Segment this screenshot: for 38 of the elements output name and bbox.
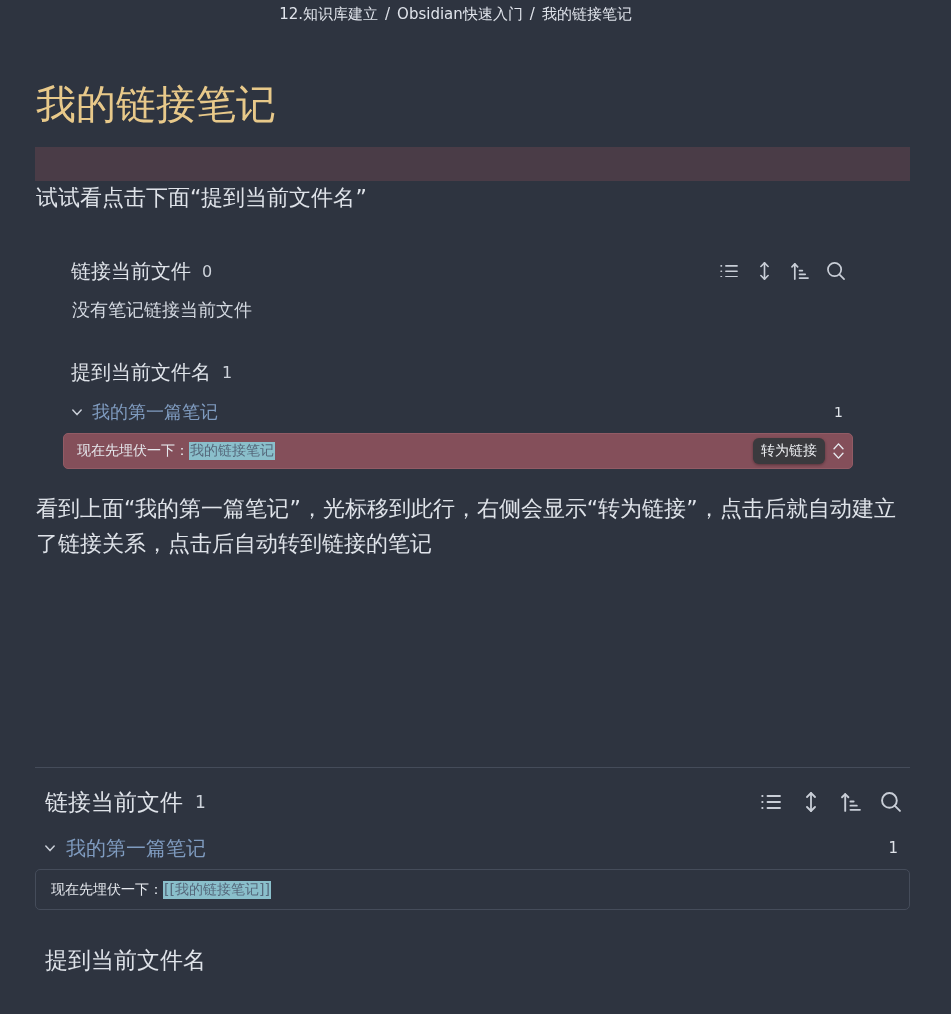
match-count: 1 — [834, 404, 843, 420]
empty-message: 没有笔记链接当前文件 — [71, 298, 253, 322]
note-paragraph: 看到上面“我的第一篇笔记”，光标移到此行，右侧会显示“转为链接”，点击后就自动建立了链接关系，点击后自动转到链接的笔记 — [36, 495, 897, 558]
section-heading[interactable]: 提到当前文件名 — [45, 944, 206, 976]
search-icon[interactable] — [881, 792, 901, 812]
match-highlight: [[我的链接笔记]] — [163, 880, 271, 899]
match-highlight: 我的链接笔记 — [189, 442, 275, 460]
chevron-down-icon[interactable] — [45, 844, 55, 852]
section-heading[interactable]: 提到当前文件名 — [71, 358, 211, 386]
convert-to-link-button[interactable]: 转为链接 — [753, 438, 825, 464]
sort-ascending-icon[interactable] — [791, 262, 809, 280]
breadcrumb-separator: / — [385, 5, 391, 23]
up-down-arrow-icon[interactable] — [806, 792, 816, 812]
file-link[interactable]: 我的第一篇笔记 — [92, 400, 218, 424]
note-paragraph: 试试看点击下面“提到当前文件名” — [36, 184, 368, 212]
sort-ascending-icon[interactable] — [841, 792, 861, 812]
result-text: 现在先埋伏一下： — [51, 880, 163, 899]
list-icon[interactable] — [720, 264, 738, 278]
result-count: 1 — [195, 792, 206, 812]
result-text: 现在先埋伏一下： — [77, 442, 189, 460]
search-result-row[interactable]: 现在先埋伏一下：[[我的链接笔记]] — [35, 869, 910, 910]
breadcrumb-link[interactable]: Obsidian快速入门 — [397, 5, 523, 23]
chevron-down-icon[interactable] — [72, 408, 82, 416]
up-down-chevron-icon[interactable] — [833, 443, 844, 459]
file-link[interactable]: 我的第一篇笔记 — [66, 834, 206, 862]
search-result-row[interactable]: 现在先埋伏一下：我的链接笔记 转为链接 — [63, 433, 853, 469]
breadcrumb-link[interactable]: 我的链接笔记 — [541, 5, 632, 23]
note-title: 我的链接笔记 — [36, 80, 277, 128]
result-count: 0 — [202, 261, 213, 281]
result-count: 1 — [222, 362, 233, 382]
search-icon[interactable] — [827, 262, 845, 280]
breadcrumb-link[interactable]: 12.知识库建立 — [279, 5, 378, 23]
up-down-arrow-icon[interactable] — [760, 262, 769, 280]
list-icon[interactable] — [761, 795, 781, 809]
match-count: 1 — [888, 839, 898, 857]
section-heading[interactable]: 链接当前文件 — [71, 257, 191, 285]
breadcrumb-separator: / — [529, 5, 535, 23]
section-heading[interactable]: 链接当前文件 — [45, 786, 183, 818]
